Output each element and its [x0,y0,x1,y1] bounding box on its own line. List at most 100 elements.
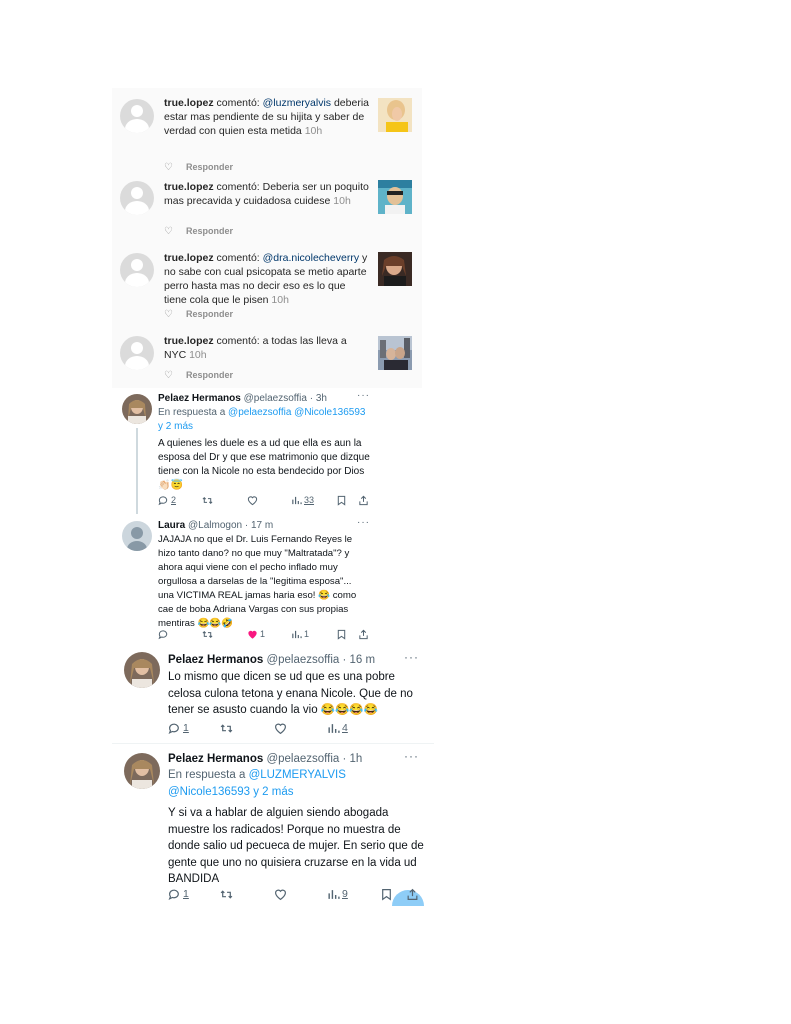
display-name[interactable]: Pelaez Hermanos [168,654,263,666]
display-name[interactable]: Pelaez Hermanos [158,393,241,404]
share-icon [359,495,368,505]
display-name[interactable]: Laura [158,520,185,531]
handle[interactable]: @pelaezsoffia [244,393,307,404]
retweet-action[interactable] [202,495,213,506]
more-options-icon[interactable]: ··· [404,650,419,664]
reply-icon [158,629,168,639]
reply-button[interactable]: Responder [186,309,233,319]
views-icon [292,496,302,504]
views-count: 4 [342,722,348,734]
ig-username[interactable]: true.lopez [164,335,214,347]
tweet-text: A quienes les duele es a ud que ella es … [158,438,370,491]
reply-more-link[interactable]: y 2 más [253,786,293,798]
share-action[interactable] [358,495,369,506]
share-action[interactable] [358,629,369,640]
views-action[interactable]: 33 [291,495,314,506]
heart-icon [275,889,286,900]
views-action[interactable]: 4 [327,722,348,735]
reply-button[interactable]: Responder [186,226,233,236]
retweet-action[interactable] [220,722,233,735]
like-action[interactable] [274,722,287,735]
reply-action[interactable]: 1 [168,722,189,735]
default-avatar-icon[interactable] [120,99,154,133]
share-icon [359,629,368,639]
retweet-action[interactable] [220,888,233,901]
ig-mention[interactable]: @dra.nicolecheverry [263,252,359,264]
views-action[interactable]: 1 [291,629,309,640]
ig-verb: comentó: [213,252,263,264]
ig-username[interactable]: true.lopez [164,181,214,193]
ig-actions: ♡ Responder [164,370,233,381]
display-name[interactable]: Pelaez Hermanos [168,753,263,765]
profile-avatar[interactable] [124,753,160,789]
timestamp[interactable]: 3h [316,393,327,404]
views-count: 1 [304,629,310,639]
default-profile-icon[interactable] [122,521,152,551]
like-action[interactable] [247,495,258,506]
timestamp[interactable]: 17 m [251,520,273,531]
reply-button[interactable]: Responder [186,370,233,380]
ig-verb: comentó: [213,181,263,193]
ig-username[interactable]: true.lopez [164,97,214,109]
ig-actions: ♡ Responder [164,226,233,237]
timestamp[interactable]: 16 m [350,654,376,666]
bookmark-icon [382,888,391,901]
tweet-actions: 1 1 [158,627,370,641]
share-icon [407,888,418,900]
heart-filled-icon [248,630,257,639]
reply-action[interactable]: 2 [158,495,176,506]
bookmark-action[interactable] [380,888,393,901]
heart-icon[interactable]: ♡ [164,309,176,320]
handle[interactable]: @pelaezsoffia [266,654,339,666]
ig-mention[interactable]: @luzmeryalvis [263,97,331,109]
reply-count: 1 [183,888,189,900]
ig-verb: comentó: [213,335,263,347]
share-action[interactable] [406,888,419,901]
tweet-actions: 1 4 [168,720,420,736]
reply-action[interactable]: 1 [168,888,189,901]
bookmark-icon [337,629,346,640]
post-thumbnail[interactable] [378,336,412,370]
profile-avatar[interactable] [122,394,152,424]
like-action[interactable] [274,888,287,901]
bookmark-action[interactable] [336,629,347,640]
tweet-text: Lo mismo que dicen se ud que es una pobr… [168,671,413,716]
ig-timestamp: 10h [304,125,323,137]
heart-icon[interactable]: ♡ [164,226,176,237]
profile-avatar[interactable] [124,652,160,688]
reply-context: En respuesta a @pelaezsoffia @Nicole1365… [158,406,368,434]
instagram-comments-panel: true.lopez comentó: @luzmeryalvis deberi… [112,88,422,388]
reply-more-link[interactable]: y 2 más [158,421,193,432]
ig-username[interactable]: true.lopez [164,252,214,264]
views-count: 33 [304,495,315,505]
heart-icon[interactable]: ♡ [164,162,176,173]
default-avatar-icon[interactable] [120,336,154,370]
more-options-icon[interactable]: ··· [357,517,370,528]
more-options-icon[interactable]: ··· [404,749,419,763]
post-thumbnail[interactable] [378,252,412,286]
more-options-icon[interactable]: ··· [357,390,370,401]
timestamp[interactable]: 1h [350,753,363,765]
reply-button[interactable]: Responder [186,162,233,172]
tweet-header: Pelaez Hermanos @pelaezsoffia · 1h [168,751,362,767]
views-icon [328,723,340,733]
retweet-action[interactable] [202,629,213,640]
like-action[interactable]: 1 [247,629,265,640]
separator: · [306,393,316,404]
views-action[interactable]: 9 [327,888,348,901]
reply-count: 2 [171,495,177,505]
views-count: 9 [342,888,348,900]
handle[interactable]: @pelaezsoffia [266,753,339,765]
reply-to-link[interactable]: @pelaezsoffia @Nicole136593 [228,407,365,418]
default-avatar-icon[interactable] [120,181,154,215]
bookmark-action[interactable] [336,495,347,506]
post-thumbnail[interactable] [378,98,412,132]
reply-action[interactable] [158,629,169,640]
heart-icon[interactable]: ♡ [164,370,176,381]
default-avatar-icon[interactable] [120,253,154,287]
post-thumbnail[interactable] [378,180,412,214]
handle[interactable]: @Lalmogon [188,520,242,531]
ig-timestamp: 10h [333,195,351,207]
ig-timestamp: 10h [271,294,289,306]
thread-line [136,428,138,514]
